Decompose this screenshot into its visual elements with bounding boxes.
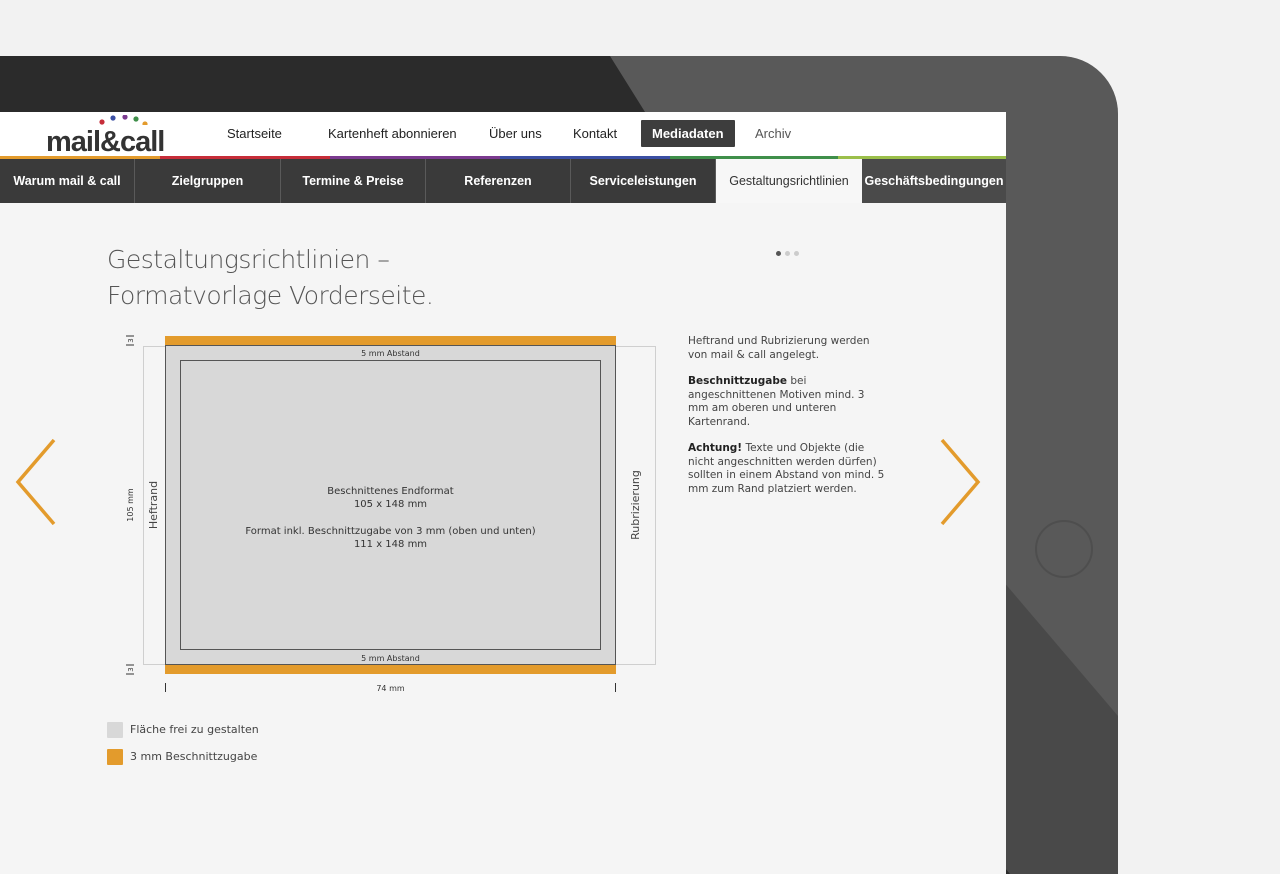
- center-line-4: 111 x 148 mm: [354, 539, 427, 550]
- nav-kartenheft-abonnieren[interactable]: Kartenheft abonnieren: [328, 112, 457, 156]
- rubrizierung-label: Rubrizierung: [629, 470, 642, 540]
- mail-and-call-logo[interactable]: mail&call: [46, 115, 186, 158]
- subnav-zielgruppen[interactable]: Zielgruppen: [135, 159, 281, 203]
- guideline-notes: Heftrand und Rubrizierung werden von mai…: [688, 335, 888, 509]
- note-beschnittzugabe-title: Beschnittzugabe: [688, 375, 788, 387]
- chevron-right-icon[interactable]: [938, 438, 982, 526]
- page-title-line-2: Formatvorlage Vorderseite.: [107, 281, 434, 310]
- height-label: 105 mm: [126, 488, 135, 522]
- legend-label: 3 mm Beschnittzugabe: [130, 750, 258, 763]
- subnav-gestaltungsrichtlinien[interactable]: Gestaltungsrichtlinien: [716, 159, 862, 203]
- legend-swatch-orange: [107, 749, 123, 765]
- page-title-line-1: Gestaltungsrichtlinien –: [107, 245, 390, 274]
- note-heftrand-text: Heftrand und Rubrizierung werden von mai…: [688, 335, 870, 361]
- pager-dot[interactable]: [776, 251, 781, 256]
- note-beschnittzugabe: Beschnittzugabe bei angeschnittenen Moti…: [688, 375, 888, 429]
- nav-kontakt[interactable]: Kontakt: [573, 112, 617, 156]
- sub-navigation-bar: Warum mail & call Zielgruppen Termine & …: [0, 159, 1006, 256]
- legend-swatch-grey: [107, 722, 123, 738]
- legend-label: Fläche frei zu gestalten: [130, 723, 259, 736]
- bleed-strip-top: [165, 336, 616, 345]
- bleed-mark-top: 3: [126, 335, 135, 346]
- note-achtung: Achtung! Texte und Objekte (die nicht an…: [688, 442, 888, 496]
- web-page: mail&call Startseite Kartenheft abonnier…: [0, 112, 1006, 874]
- width-label: 74 mm: [376, 684, 405, 693]
- subnav-termine-und-preise[interactable]: Termine & Preise: [281, 159, 426, 203]
- subnav-geschaeftsbedingungen[interactable]: Geschäftsbedingungen: [862, 159, 1006, 203]
- subnav-serviceleistungen[interactable]: Serviceleistungen: [571, 159, 716, 203]
- subnav-warum-mail-und-call[interactable]: Warum mail & call: [0, 159, 135, 203]
- note-achtung-title: Achtung!: [688, 442, 743, 454]
- center-line-2: 105 x 148 mm: [354, 499, 427, 510]
- nav-ueber-uns[interactable]: Über uns: [489, 112, 542, 156]
- pager-dot[interactable]: [794, 251, 799, 256]
- logo-text: mail&call: [46, 126, 165, 158]
- center-line-3: Format inkl. Beschnittzugabe von 3 mm (o…: [245, 526, 535, 537]
- format-diagram: 5 mm Abstand 5 mm Abstand Beschnittenes …: [126, 335, 656, 693]
- pager-dot[interactable]: [785, 251, 790, 256]
- slide-pager: [776, 241, 803, 256]
- note-heftrand: Heftrand und Rubrizierung werden von mai…: [688, 335, 888, 362]
- bleed-mark-bottom-value: 3: [127, 667, 135, 671]
- nav-mediadaten[interactable]: Mediadaten: [641, 120, 735, 147]
- nav-archiv[interactable]: Archiv: [755, 112, 791, 156]
- subnav-referenzen[interactable]: Referenzen: [426, 159, 571, 203]
- top-navigation-bar: mail&call Startseite Kartenheft abonnier…: [0, 112, 1006, 158]
- bleed-mark-top-value: 3: [127, 338, 135, 342]
- nav-startseite[interactable]: Startseite: [227, 112, 282, 156]
- chevron-left-icon[interactable]: [14, 438, 58, 526]
- bleed-strip-bottom: [165, 665, 616, 674]
- tablet-home-button[interactable]: [1035, 520, 1093, 578]
- center-line-1: Beschnittenes Endformat: [327, 486, 453, 497]
- page-title: Gestaltungsrichtlinien – Formatvorlage V…: [107, 242, 434, 314]
- bleed-mark-bottom: 3: [126, 664, 135, 675]
- logo-dots: [99, 115, 148, 125]
- heftrand-label: Heftrand: [147, 481, 160, 529]
- bottom-margin-label: 5 mm Abstand: [361, 654, 420, 663]
- top-margin-label: 5 mm Abstand: [361, 349, 420, 358]
